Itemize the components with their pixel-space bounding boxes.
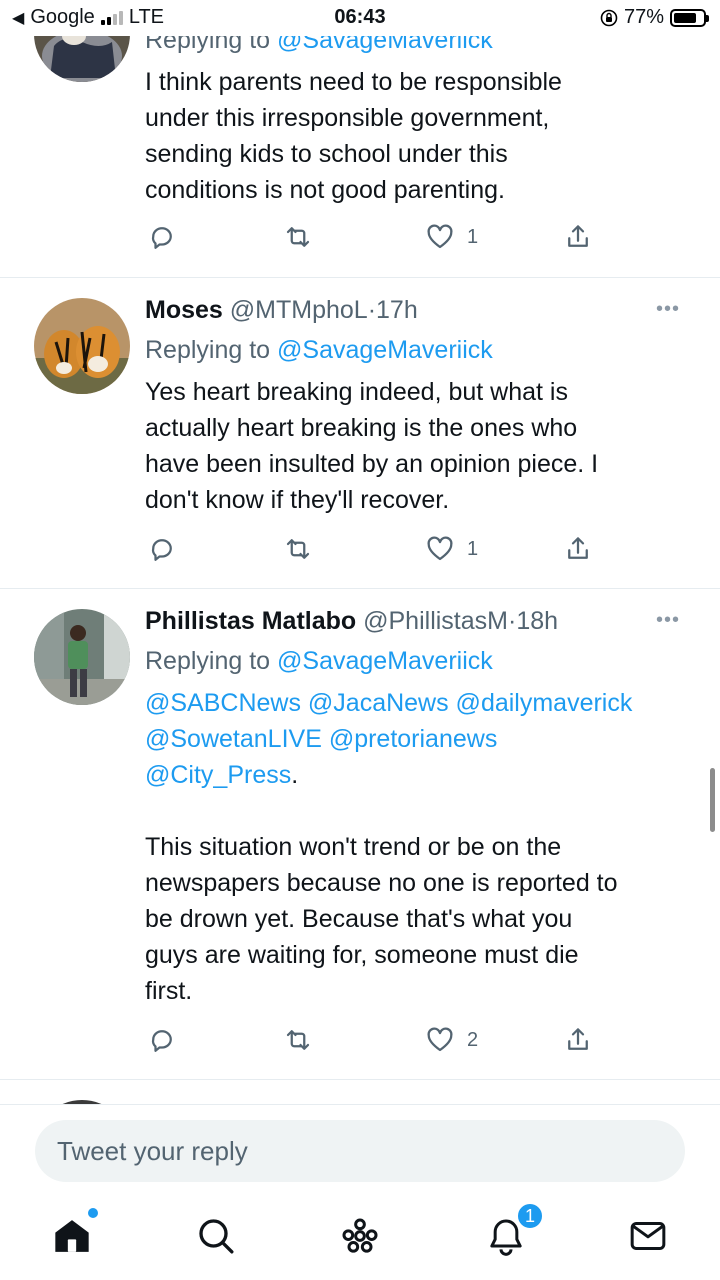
- reply-icon: [151, 227, 172, 249]
- like-count: 1: [467, 225, 479, 248]
- scrollbar[interactable]: [710, 768, 715, 832]
- tweet-header: Moses @MTMphoL·17h: [145, 294, 680, 326]
- tweet-text: I think parents need to be responsible u…: [145, 68, 562, 204]
- reply-icon: [151, 539, 172, 561]
- tweet-time[interactable]: 17h: [376, 296, 418, 324]
- reply-to-handle-link[interactable]: @SavageMaveriick: [277, 647, 493, 675]
- share-icon: [568, 225, 588, 247]
- tab-notifications[interactable]: 1: [484, 1202, 544, 1258]
- status-bar: ◀ Google LTE 06:43 77%: [0, 0, 720, 36]
- tweet[interactable]: Replying to @SavageMaveriick I think par…: [0, 0, 720, 278]
- share-button[interactable]: [563, 1025, 593, 1055]
- share-button[interactable]: [563, 222, 593, 252]
- reply-icon: [151, 1030, 172, 1052]
- tweet-header: Phillistas Matlabo @PhillistasM·18h: [145, 605, 680, 637]
- reply-button[interactable]: [147, 1025, 177, 1055]
- retweet-button[interactable]: [283, 534, 313, 564]
- tweet-mentions: @SABCNews @JacaNews @dailymaverick @Sowe…: [145, 685, 680, 793]
- heart-icon: [427, 1027, 453, 1052]
- heart-icon: [427, 536, 453, 561]
- tab-spaces[interactable]: [338, 1214, 382, 1258]
- mention-link[interactable]: @City_Press: [145, 761, 291, 789]
- mention-period: .: [291, 761, 299, 789]
- heart-icon: [427, 224, 453, 249]
- mention-links[interactable]: @SABCNews @JacaNews @dailymaverick: [145, 689, 632, 717]
- reply-button[interactable]: [147, 222, 177, 252]
- search-icon: [199, 1219, 234, 1254]
- retweet-icon: [286, 227, 310, 247]
- like-button[interactable]: 1: [425, 222, 478, 252]
- status-bar-right: 77%: [600, 6, 709, 29]
- mention-links[interactable]: @SowetanLIVE @pretorianews: [145, 725, 497, 753]
- like-count: 2: [467, 1028, 479, 1051]
- retweet-button[interactable]: [283, 1025, 313, 1055]
- home-unread-dot: [88, 1208, 98, 1218]
- tweet-actions: 2: [145, 1025, 600, 1059]
- tweet-reply-input[interactable]: [35, 1120, 685, 1182]
- tweet-text: Yes heart breaking indeed, but what is a…: [145, 378, 599, 514]
- tab-search[interactable]: [194, 1214, 238, 1258]
- tab-home[interactable]: [50, 1208, 98, 1258]
- replying-to-label: Replying to: [145, 647, 271, 675]
- tweet[interactable]: Moses @MTMphoL·17h Replying to @SavageMa…: [0, 278, 720, 589]
- author-name[interactable]: Phillistas Matlabo: [145, 607, 356, 635]
- author-handle[interactable]: @PhillistasM: [363, 607, 508, 635]
- bottom-tab-bar: 1: [0, 1200, 720, 1276]
- avatar[interactable]: [34, 609, 130, 705]
- more-options-icon[interactable]: •••: [656, 609, 680, 632]
- share-icon: [568, 537, 588, 559]
- retweet-icon: [286, 539, 310, 559]
- retweet-icon: [286, 1030, 310, 1050]
- reply-to-handle-link[interactable]: @SavageMaveriick: [277, 336, 493, 364]
- orientation-lock-icon: [600, 9, 618, 26]
- reply-button[interactable]: [147, 534, 177, 564]
- battery-percent: 77%: [623, 6, 664, 28]
- like-count: 1: [467, 537, 479, 560]
- replying-to-label: Replying to: [145, 336, 271, 364]
- share-button[interactable]: [563, 534, 593, 564]
- separator-dot: ·: [367, 296, 377, 324]
- author-name[interactable]: Moses: [145, 296, 223, 324]
- like-button[interactable]: 2: [425, 1025, 478, 1055]
- tab-messages[interactable]: [626, 1214, 670, 1258]
- tweet-actions: 1: [145, 222, 600, 256]
- share-icon: [568, 1028, 588, 1050]
- avatar[interactable]: [34, 298, 130, 394]
- notification-count-badge: 1: [516, 1202, 544, 1230]
- battery-icon: [670, 8, 709, 27]
- tweet-text: This situation won't trend or be on the …: [145, 833, 618, 1005]
- replying-to: Replying to @SavageMaveriick: [145, 645, 680, 677]
- like-button[interactable]: 1: [425, 534, 478, 564]
- messages-icon: [630, 1222, 666, 1250]
- tweet[interactable]: Phillistas Matlabo @PhillistasM·18h Repl…: [0, 589, 720, 1080]
- more-options-icon[interactable]: •••: [656, 298, 680, 321]
- replying-to: Replying to @SavageMaveriick: [145, 334, 680, 366]
- tweet-time[interactable]: 18h: [516, 607, 558, 635]
- home-icon: [55, 1220, 89, 1252]
- retweet-button[interactable]: [283, 222, 313, 252]
- tweet-actions: 1: [145, 534, 600, 568]
- spaces-icon: [342, 1218, 378, 1253]
- author-handle[interactable]: @MTMphoL: [230, 296, 368, 324]
